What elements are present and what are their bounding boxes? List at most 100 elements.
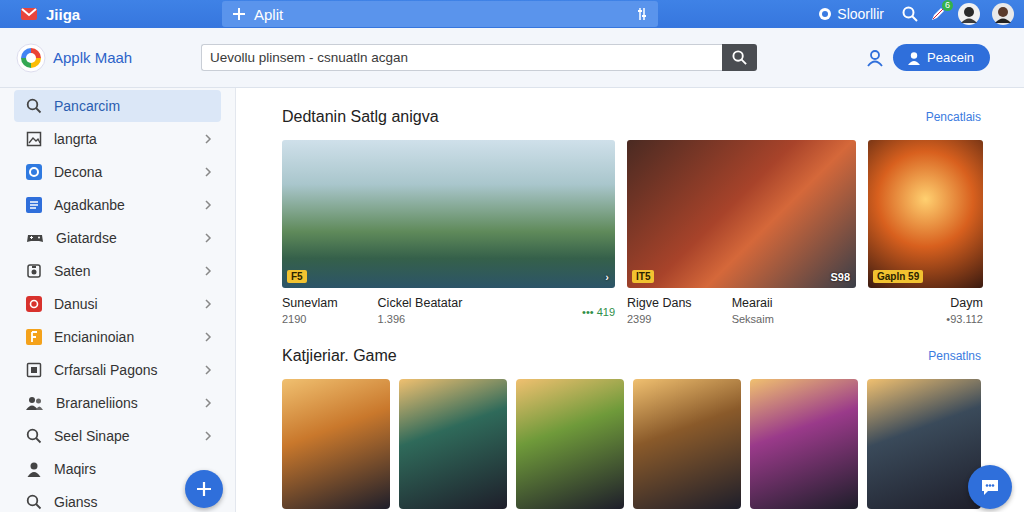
chevron-right-icon[interactable] — [203, 332, 213, 342]
plus-icon[interactable] — [196, 481, 212, 497]
chevron-right-icon[interactable] — [203, 431, 213, 441]
box-icon[interactable] — [26, 263, 42, 279]
toggle-icon[interactable] — [818, 7, 832, 21]
chevron-right-icon[interactable] — [203, 167, 213, 177]
caption: MearaiiSeksaim — [732, 296, 774, 325]
sidebar-item-label[interactable]: Danusi — [54, 296, 191, 312]
sidebar-item[interactable]: Danusi — [14, 288, 221, 320]
brand-name[interactable]: Applk Maah — [53, 49, 132, 66]
person-icon[interactable] — [907, 51, 921, 65]
game-card[interactable]: F5›Sunevlam2190Cickel Beatatar1.396••• 4… — [282, 140, 615, 325]
sidebar-item[interactable]: Crfarsali Pagons — [14, 354, 221, 386]
plus-icon[interactable] — [232, 7, 246, 21]
game-cover[interactable] — [399, 379, 507, 509]
chat-button[interactable] — [968, 465, 1012, 509]
image-icon[interactable] — [26, 131, 42, 147]
search-button[interactable] — [722, 44, 757, 71]
sidebar-item[interactable]: Pancarcim — [14, 90, 221, 122]
avatar-icon[interactable] — [958, 3, 980, 25]
search-icon[interactable] — [26, 98, 42, 114]
sidebar-item[interactable]: Saten — [14, 255, 221, 287]
chat-icon[interactable] — [979, 476, 1001, 498]
see-all-link[interactable]: Pensatlns — [928, 349, 981, 363]
brand-logo-icon[interactable] — [16, 43, 46, 73]
sidebar-item-label[interactable]: Seel Sinape — [54, 428, 191, 444]
sidebar-item-label[interactable]: Crfarsali Pagons — [54, 362, 191, 378]
search-icon[interactable] — [732, 50, 747, 65]
chevron-right-icon[interactable] — [203, 398, 213, 408]
sidebar-item[interactable]: Seel Sinape — [14, 420, 221, 452]
avatar-icon[interactable] — [992, 3, 1014, 25]
person-icon[interactable] — [866, 49, 884, 67]
sidebar-item[interactable]: langrta — [14, 123, 221, 155]
header-actions: Peacein — [866, 44, 1024, 71]
chevron-right-icon[interactable] — [203, 299, 213, 309]
sidebar-item[interactable]: Braraneliions — [14, 387, 221, 419]
brand[interactable]: Applk Maah — [0, 43, 201, 73]
sidebar-item[interactable]: Agadkanbe — [14, 189, 221, 221]
search-icon[interactable] — [26, 428, 42, 444]
sidebar-item-label[interactable]: Encianinoian — [54, 329, 191, 345]
sidebar-item[interactable]: Encianinoian — [14, 321, 221, 353]
section-title: Dedtanin Satlg anigva — [282, 108, 439, 126]
caption-title[interactable]: Daym — [950, 296, 983, 310]
game-banner[interactable]: IT5S98 — [627, 140, 856, 288]
sidebar-item-label[interactable]: Gianss — [54, 494, 191, 510]
frame-icon[interactable] — [26, 362, 42, 378]
new-tab[interactable]: Aplit — [222, 1, 658, 27]
chevron-right-icon[interactable] — [203, 101, 213, 111]
store-icon[interactable] — [26, 164, 42, 180]
chevron-right-icon[interactable] — [203, 134, 213, 144]
section-title: Katjieriar. Game — [282, 347, 397, 365]
list-icon[interactable] — [26, 197, 42, 213]
sidebar-item-label[interactable]: Pancarcim — [54, 98, 191, 114]
caption-title[interactable]: Cickel Beatatar — [378, 296, 463, 310]
game-cover[interactable] — [516, 379, 624, 509]
user-menu[interactable]: Sloorllir — [818, 6, 884, 22]
tab-label[interactable]: Aplit — [254, 6, 283, 23]
search-icon[interactable] — [26, 494, 42, 510]
chevron-right-icon[interactable] — [203, 365, 213, 375]
game-cover[interactable] — [282, 379, 390, 509]
gamepad-icon[interactable] — [26, 230, 44, 246]
chevron-right-icon[interactable] — [203, 266, 213, 276]
sidebar-item-label[interactable]: Decona — [54, 164, 191, 180]
sidebar-item-label[interactable]: Maqirs — [54, 461, 191, 477]
caption-sub: •93.112 — [946, 313, 983, 325]
see-all-link[interactable]: Pencatlais — [926, 110, 981, 124]
caption-title[interactable]: Mearaii — [732, 296, 774, 310]
account-button-label[interactable]: Peacein — [927, 50, 974, 65]
camera-icon[interactable] — [26, 296, 42, 312]
sidebar-item-label[interactable]: Braraneliions — [56, 395, 191, 411]
file-icon[interactable] — [26, 329, 42, 345]
game-banner[interactable]: Gapln 59 — [868, 140, 983, 288]
sidebar-item-label[interactable]: Agadkanbe — [54, 197, 191, 213]
edit-button[interactable]: 6 — [930, 6, 946, 22]
add-button[interactable] — [185, 470, 223, 508]
people-icon[interactable] — [26, 395, 44, 411]
chevron-right-icon[interactable] — [203, 200, 213, 210]
game-card[interactable]: Gapln 59 Daym •93.112 — [868, 140, 983, 325]
search-field[interactable] — [201, 44, 722, 71]
game-cover[interactable] — [750, 379, 858, 509]
mail-logo-icon — [20, 5, 38, 23]
game-banner[interactable]: F5› — [282, 140, 615, 288]
chevron-right-icon[interactable] — [203, 233, 213, 243]
section-header: Dedtanin Satlg anigva Pencatlais — [282, 108, 981, 126]
settings-sliders-icon[interactable] — [636, 7, 648, 21]
sidebar-item-label[interactable]: langrta — [54, 131, 191, 147]
title-bar: JiigaAplitSloorllir6 — [0, 0, 1024, 28]
sidebar-item-label[interactable]: Saten — [54, 263, 191, 279]
game-cover[interactable] — [867, 379, 981, 509]
sidebar-item-label[interactable]: Giatardse — [56, 230, 191, 246]
caption-title[interactable]: Rigve Dans — [627, 296, 692, 310]
search-icon[interactable] — [902, 6, 918, 22]
sidebar-item[interactable]: Giatardse — [14, 222, 221, 254]
user-name[interactable]: Sloorllir — [837, 6, 884, 22]
account-button[interactable]: Peacein — [893, 44, 990, 71]
caption-title[interactable]: Sunevlam — [282, 296, 338, 310]
game-card[interactable]: IT5S98Rigve Dans2399MearaiiSeksaim — [627, 140, 856, 325]
game-cover[interactable] — [633, 379, 741, 509]
sidebar-item[interactable]: Decona — [14, 156, 221, 188]
person-icon[interactable] — [26, 461, 42, 477]
